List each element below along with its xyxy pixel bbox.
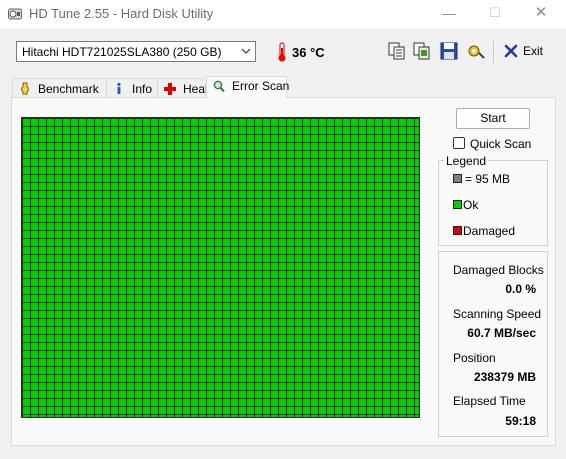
scanning-speed-value: 60.7 MB/sec <box>467 326 536 340</box>
options-icon[interactable] <box>465 40 487 62</box>
legend-label: Ok <box>463 198 479 212</box>
drive-select-value: Hitachi HDT721025SLA380 (250 GB) <box>22 45 222 59</box>
maximize-button[interactable]: ☐ <box>472 0 518 28</box>
tab-label: Benchmark <box>38 82 99 96</box>
elapsed-time-label: Elapsed Time <box>453 394 526 408</box>
toolbar: Hitachi HDT721025SLA380 (250 GB) 36 °C E… <box>0 28 566 72</box>
legend-swatch-gray <box>453 174 462 183</box>
close-button[interactable]: ✕ <box>518 0 564 28</box>
scanning-speed-label: Scanning Speed <box>453 307 542 321</box>
legend-label: Damaged <box>463 224 516 238</box>
temperature-readout: 36 °C <box>292 45 325 60</box>
save-icon[interactable] <box>438 40 460 62</box>
position-value: 238379 MB <box>473 370 536 384</box>
copy-text-icon[interactable] <box>386 40 408 62</box>
legend-swatch-red <box>453 226 462 235</box>
tab-info[interactable]: Info <box>106 78 158 97</box>
tab-label: Info <box>132 82 153 96</box>
damaged-blocks-label: Damaged Blocks <box>453 263 544 277</box>
scan-stats-group <box>438 251 548 437</box>
exit-x-icon <box>504 44 518 58</box>
tab-label: Error Scan <box>232 79 290 93</box>
elapsed-time-value: 59:18 <box>505 414 536 428</box>
tab-benchmark[interactable]: Benchmark <box>12 78 107 97</box>
info-icon <box>117 82 121 94</box>
exit-label: Exit <box>523 44 544 58</box>
damaged-blocks-value: 0.0 % <box>505 282 536 296</box>
start-button[interactable]: Start <box>456 108 530 129</box>
title-bar: HD Tune 2.55 - Hard Disk Utility — ☐ ✕ <box>0 0 566 28</box>
health-icon <box>164 83 176 95</box>
drive-select[interactable]: Hitachi HDT721025SLA380 (250 GB) <box>16 41 256 62</box>
position-label: Position <box>453 351 496 365</box>
chevron-down-icon <box>241 48 251 54</box>
copy-screenshot-icon[interactable] <box>411 40 433 62</box>
search-icon <box>213 80 225 93</box>
legend-title: Legend <box>444 154 489 168</box>
toolbar-separator <box>493 41 494 63</box>
checkbox-box[interactable] <box>453 137 465 149</box>
benchmark-icon <box>21 82 29 95</box>
legend-swatch-green <box>453 200 462 209</box>
window-title: HD Tune 2.55 - Hard Disk Utility <box>29 6 214 21</box>
hdtune-app-icon <box>8 8 22 20</box>
tab-error-scan[interactable]: Error Scan <box>206 76 290 98</box>
legend-label: = 95 MB <box>465 172 511 186</box>
thermometer-icon <box>278 42 286 62</box>
scan-block-grid <box>21 117 420 418</box>
minimize-button[interactable]: — <box>426 0 472 28</box>
quick-scan-label: Quick Scan <box>470 137 532 151</box>
